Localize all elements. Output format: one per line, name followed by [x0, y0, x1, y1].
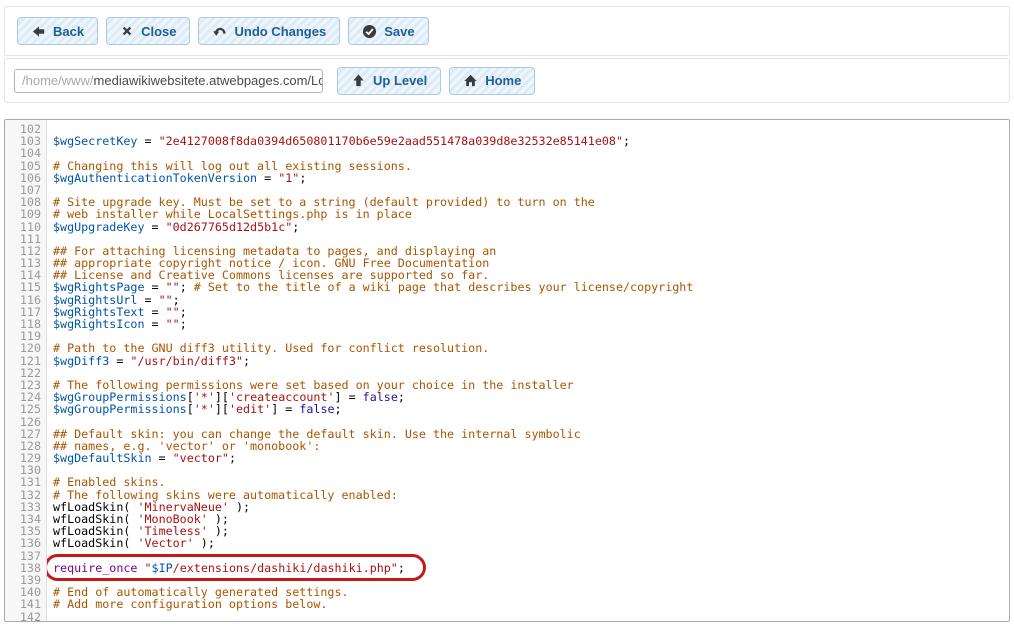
- line-number: 115: [5, 281, 41, 293]
- line-number: 131: [5, 476, 41, 488]
- line-number: 116: [5, 294, 41, 306]
- path-value: mediawikiwebsitete.atwebpages.com/Loca: [94, 73, 323, 88]
- line-number: 141: [5, 598, 41, 610]
- code-line[interactable]: $wgDiff3 = "/usr/bin/diff3";: [53, 355, 1009, 367]
- back-button-label: Back: [53, 24, 84, 39]
- code-line[interactable]: $wgGroupPermissions['*']['edit'] = false…: [53, 403, 1009, 415]
- code-line[interactable]: $wgDefaultSkin = "vector";: [53, 452, 1009, 464]
- code-line[interactable]: # Add more configuration options below.: [53, 598, 1009, 610]
- path-input[interactable]: /home/www/mediawikiwebsitete.atwebpages.…: [14, 69, 323, 93]
- undo-arrow-icon: [212, 24, 227, 39]
- check-circle-icon: [362, 24, 377, 39]
- line-number: 126: [5, 416, 41, 428]
- line-number: 132: [5, 489, 41, 501]
- line-number: 142: [5, 611, 41, 623]
- code-line[interactable]: $wgUpgradeKey = "0d267765d12d5b1c";: [53, 221, 1009, 233]
- toolbar: Back Close Undo Changes Save: [4, 6, 1010, 56]
- line-number: 104: [5, 147, 41, 159]
- code-line[interactable]: $wgRightsText = "";: [53, 306, 1009, 318]
- code-line[interactable]: [53, 611, 1009, 622]
- home-button-label: Home: [485, 73, 521, 88]
- house-icon: [463, 73, 478, 88]
- line-number: 125: [5, 403, 41, 415]
- close-button-label: Close: [141, 24, 176, 39]
- code-editor[interactable]: 1021031041051061071081091101111121131141…: [4, 119, 1010, 622]
- code-line[interactable]: $wgAuthenticationTokenVersion = "1";: [53, 172, 1009, 184]
- code-line[interactable]: $wgRightsPage = ""; # Set to the title o…: [53, 281, 1009, 293]
- code-line[interactable]: $wgRightsUrl = "";: [53, 294, 1009, 306]
- undo-changes-button-label: Undo Changes: [234, 24, 326, 39]
- save-button-label: Save: [384, 24, 414, 39]
- gutter: 1021031041051061071081091101111121131141…: [5, 120, 47, 621]
- line-number: 105: [5, 160, 41, 172]
- arrow-up-icon: [351, 73, 366, 88]
- arrow-left-icon: [31, 24, 46, 39]
- code-line[interactable]: wfLoadSkin( 'Vector' );: [53, 537, 1009, 549]
- line-number: 110: [5, 221, 41, 233]
- path-bar: /home/www/mediawikiwebsitete.atwebpages.…: [4, 58, 1010, 103]
- up-level-button-label: Up Level: [373, 73, 427, 88]
- line-number: 136: [5, 537, 41, 549]
- line-number: 120: [5, 342, 41, 354]
- code-lines[interactable]: $wgSecretKey = "2e4127008f8da0394d650801…: [47, 120, 1009, 621]
- back-button[interactable]: Back: [17, 17, 98, 45]
- undo-changes-button[interactable]: Undo Changes: [198, 17, 340, 45]
- path-prefix: /home/www/: [22, 73, 94, 88]
- save-button[interactable]: Save: [348, 17, 428, 45]
- line-number: 121: [5, 355, 41, 367]
- x-mark-icon: [120, 24, 134, 38]
- line-number: 137: [5, 550, 41, 562]
- close-button[interactable]: Close: [106, 17, 190, 45]
- code-line[interactable]: $wgSecretKey = "2e4127008f8da0394d650801…: [53, 135, 1009, 147]
- home-button[interactable]: Home: [449, 67, 535, 95]
- code-line[interactable]: $wgRightsIcon = "";: [53, 318, 1009, 330]
- code-line[interactable]: [53, 464, 1009, 476]
- up-level-button[interactable]: Up Level: [337, 67, 441, 95]
- line-number: 109: [5, 208, 41, 220]
- code-line[interactable]: require_once "$IP/extensions/dashiki/das…: [53, 562, 1009, 574]
